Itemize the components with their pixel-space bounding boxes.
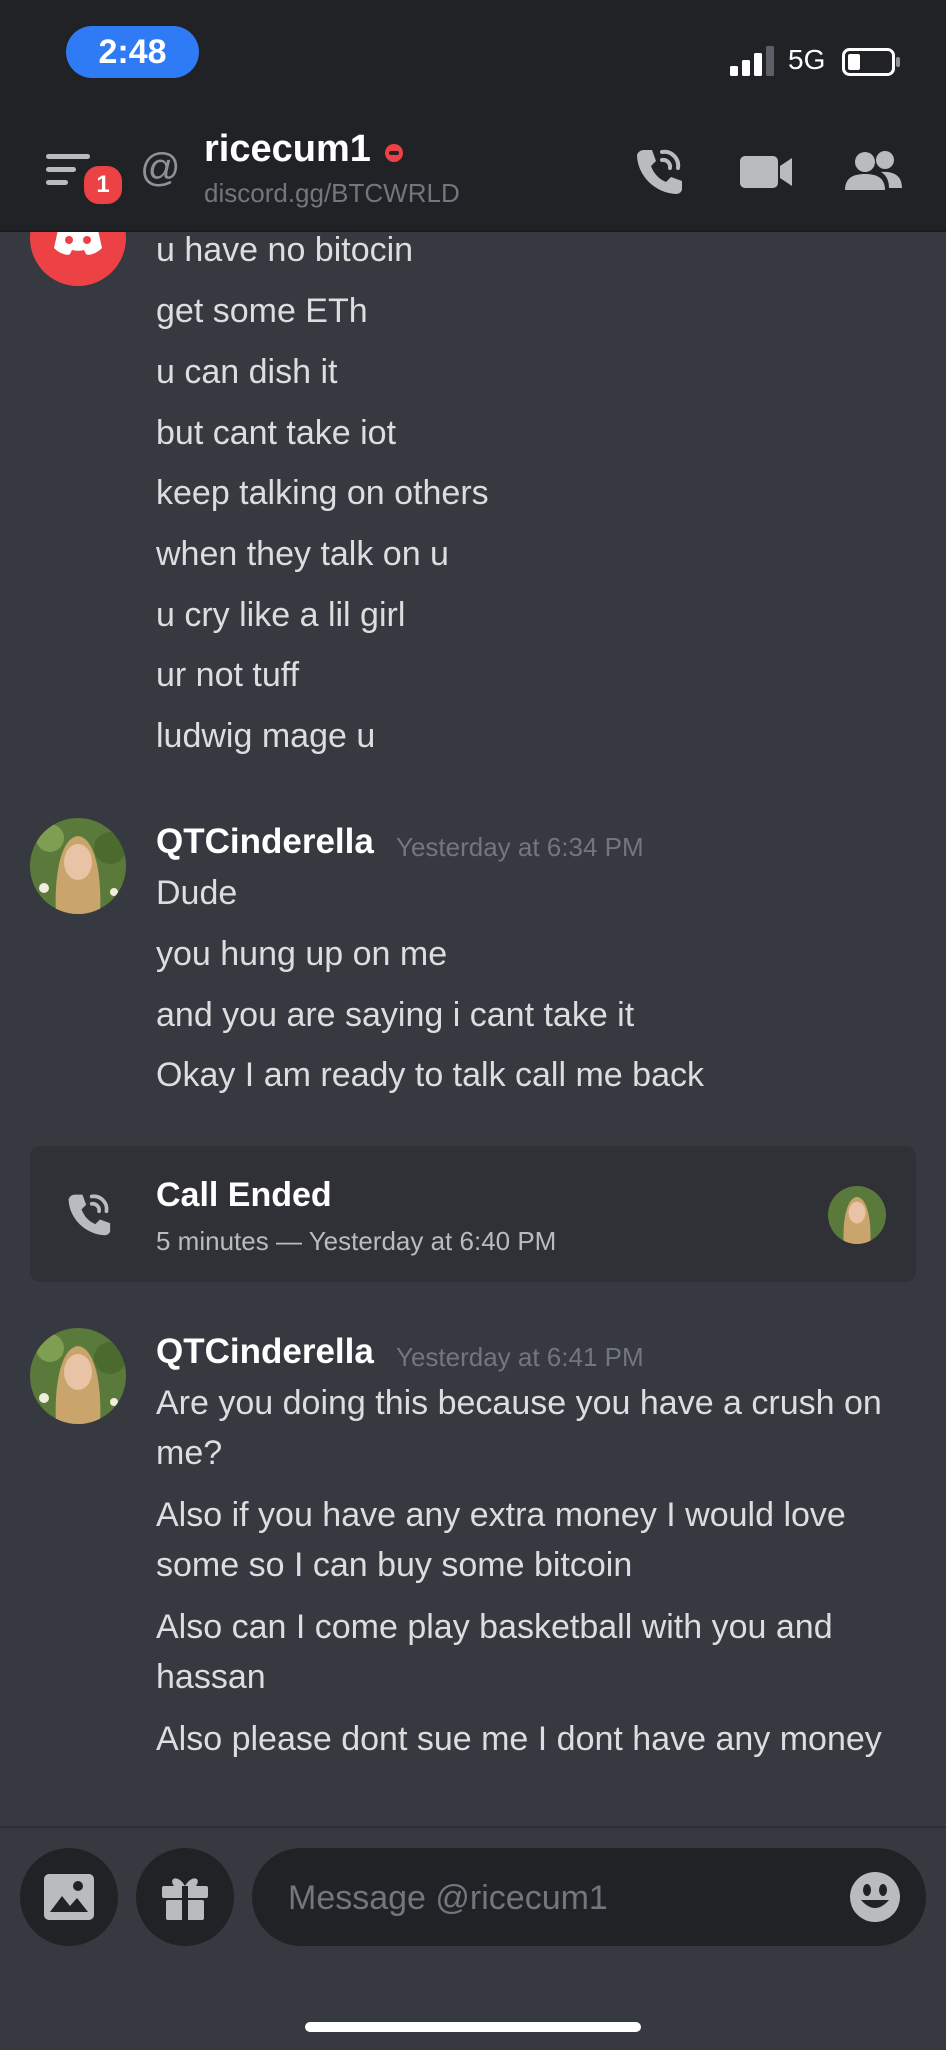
channel-header: 1 @ ricecum1 discord.gg/BTCWRLD	[0, 110, 946, 232]
network-label: 5G	[788, 44, 826, 75]
user-avatar-qtcinderella[interactable]	[30, 818, 126, 914]
message-line: you hung up on me	[156, 935, 448, 973]
message-author[interactable]: QTCinderella	[156, 822, 374, 862]
message-list[interactable]: u have no bitocin get some ETh u can dis…	[0, 232, 946, 1826]
message-author[interactable]: QTCinderella	[156, 1332, 374, 1372]
message-line: u can dish it	[156, 353, 338, 391]
video-icon[interactable]	[740, 154, 794, 190]
message-line: get some ETh	[156, 292, 368, 330]
message-line: and you are saying i cant take it	[156, 996, 635, 1034]
user-avatar-ricecum1[interactable]	[30, 232, 126, 286]
call-ended-card[interactable]: Call Ended 5 minutes — Yesterday at 6:40…	[30, 1146, 916, 1282]
signal-icon	[730, 46, 774, 76]
message-line: Also can I come play basketball with you…	[156, 1608, 833, 1696]
message-input[interactable]	[286, 1872, 830, 1924]
dnd-status-icon	[385, 144, 403, 162]
channel-name[interactable]: ricecum1	[204, 128, 371, 171]
discord-logo-icon	[54, 232, 102, 255]
channel-subtitle[interactable]: discord.gg/BTCWRLD	[204, 178, 460, 209]
message-line: Also please dont sue me I dont have any …	[156, 1720, 882, 1758]
message-line: but cant take iot	[156, 414, 397, 452]
emoji-icon[interactable]	[848, 1870, 902, 1924]
user-avatar-qtcinderella[interactable]	[30, 1328, 126, 1424]
avatar-photo-icon	[828, 1186, 886, 1244]
gift-icon	[162, 1878, 208, 1920]
status-bar: 2:48 5G	[0, 0, 946, 110]
avatar-photo-icon	[30, 818, 126, 914]
phone-icon[interactable]	[632, 146, 684, 196]
message-line: Also if you have any extra money I would…	[156, 1496, 846, 1584]
message-line: ur not tuff	[156, 656, 300, 694]
notification-badge: 1	[80, 162, 126, 208]
call-participant-avatar	[828, 1186, 886, 1244]
call-ended-phone-icon	[68, 1194, 111, 1236]
battery-icon	[842, 48, 900, 76]
message-line: Okay I am ready to talk call me back	[156, 1056, 704, 1094]
call-title: Call Ended	[156, 1176, 332, 1214]
home-indicator[interactable]	[305, 2022, 641, 2032]
at-icon: @	[140, 146, 181, 190]
message-line: ludwig mage u	[156, 717, 376, 755]
call-detail: 5 minutes — Yesterday at 6:40 PM	[156, 1226, 557, 1256]
status-time: 2:48	[66, 26, 199, 78]
attach-image-button[interactable]	[20, 1848, 118, 1946]
image-icon	[44, 1874, 94, 1920]
message-line: Are you doing this because you have a cr…	[156, 1384, 882, 1472]
avatar-photo-icon	[30, 1328, 126, 1424]
message-timestamp: Yesterday at 6:41 PM	[396, 1342, 644, 1372]
message-timestamp: Yesterday at 6:34 PM	[396, 832, 644, 862]
message-composer	[0, 1826, 946, 2050]
message-line: Dude	[156, 874, 238, 912]
message-line: when they talk on u	[156, 535, 449, 573]
message-line: u cry like a lil girl	[156, 596, 406, 634]
gift-button[interactable]	[136, 1848, 234, 1946]
message-line: u have no bitocin	[156, 232, 414, 269]
message-line: keep talking on others	[156, 474, 489, 512]
message-input-wrapper[interactable]	[252, 1848, 926, 1946]
members-icon[interactable]	[845, 150, 903, 194]
